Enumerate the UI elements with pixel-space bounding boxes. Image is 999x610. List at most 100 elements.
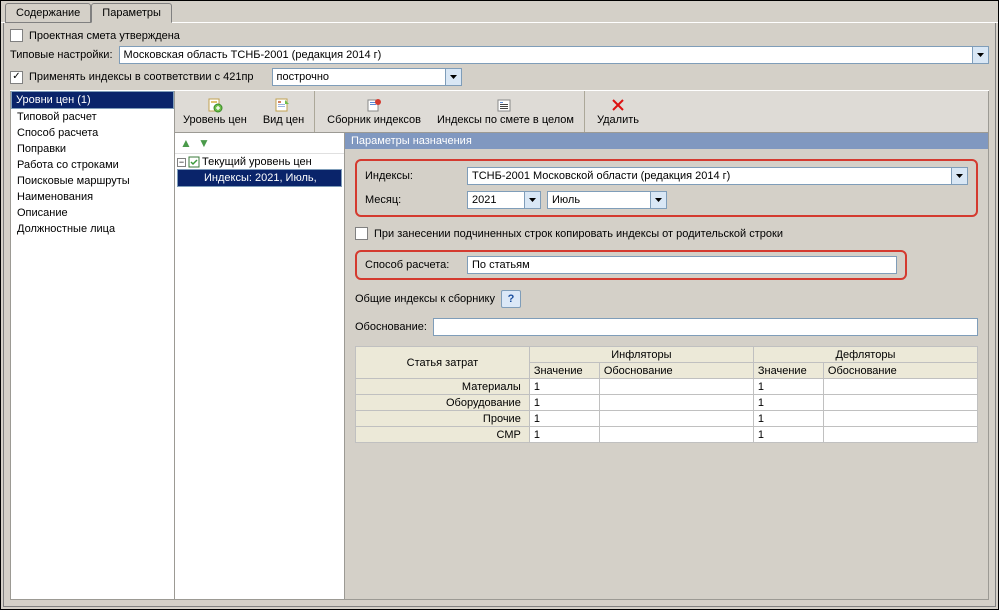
table-row: Оборудование 1 1 [356, 395, 978, 411]
month-value: Июль [552, 194, 580, 206]
tree-pane: ▲ ▼ − Текущий уровень цен Индексы: 2021,… [175, 133, 345, 599]
move-up-button[interactable]: ▲ [179, 136, 193, 150]
th-infl-value: Значение [529, 363, 599, 379]
typical-settings-select[interactable]: Московская область ТСНБ-2001 (редакция 2… [119, 46, 989, 64]
tree-root[interactable]: − Текущий уровень цен [177, 156, 342, 169]
chevron-down-icon [524, 192, 540, 208]
help-icon[interactable]: ? [501, 290, 521, 308]
sidebar-item-search-routes[interactable]: Поисковые маршруты [11, 173, 174, 189]
justification-input[interactable] [433, 318, 978, 336]
params-body: Индексы: ТСНБ-2001 Московской области (р… [345, 149, 988, 453]
approved-checkbox[interactable] [10, 29, 23, 42]
highlight-indices-month: Индексы: ТСНБ-2001 Московской области (р… [355, 159, 978, 217]
sidebar-item-names[interactable]: Наименования [11, 189, 174, 205]
chevron-down-icon [972, 47, 988, 63]
justification-label: Обоснование: [355, 321, 427, 333]
chevron-down-icon [445, 69, 461, 85]
th-inflators: Инфляторы [529, 347, 753, 363]
apply-indices-checkbox[interactable] [10, 71, 23, 84]
tree-child-label: Индексы: 2021, Июль, [204, 172, 317, 184]
apply-indices-mode-value: построчно [277, 71, 330, 83]
apply-indices-row: Применять индексы в соответствии с 421пр… [10, 68, 989, 86]
params-area: Параметры назначения Индексы: ТСНБ-2001 … [345, 133, 988, 599]
tool-index-collection-label: Сборник индексов [327, 114, 421, 126]
month-row: Месяц: 2021 Июль [365, 191, 968, 209]
indices-row: Индексы: ТСНБ-2001 Московской области (р… [365, 167, 968, 185]
collapse-icon[interactable]: − [177, 158, 186, 167]
tool-view-prices-label: Вид цен [263, 114, 304, 126]
copy-parent-checkbox[interactable] [355, 227, 368, 240]
calc-method-row: Способ расчета: По статьям [365, 256, 897, 274]
th-item: Статья затрат [356, 347, 530, 379]
sidebar-item-price-levels[interactable]: Уровни цен (1) [11, 91, 174, 109]
typical-settings-row: Типовые настройки: Московская область ТС… [10, 46, 989, 64]
calc-method-value: По статьям [472, 259, 530, 271]
apply-indices-label: Применять индексы в соответствии с 421пр [29, 71, 254, 83]
move-down-button[interactable]: ▼ [197, 136, 211, 150]
sidebar-item-rows[interactable]: Работа со строками [11, 157, 174, 173]
th-defl-just: Обоснование [823, 363, 977, 379]
table-row: СМР 1 1 [356, 427, 978, 443]
th-deflators: Дефляторы [753, 347, 977, 363]
main-pane: Уровень цен Вид цен Сборник индексов Инд… [175, 91, 989, 600]
justification-row: Обоснование: [355, 318, 978, 336]
tool-indices-whole-label: Индексы по смете в целом [437, 114, 574, 126]
indices-value: ТСНБ-2001 Московской области (редакция 2… [472, 170, 730, 182]
typical-settings-label: Типовые настройки: [10, 49, 113, 61]
view-prices-icon [275, 97, 291, 113]
tool-index-collection[interactable]: Сборник индексов [319, 91, 429, 132]
calc-method-label: Способ расчета: [365, 259, 461, 271]
price-level-icon [207, 97, 223, 113]
highlight-calc-method: Способ расчета: По статьям [355, 250, 907, 280]
approved-row: Проектная смета утверждена [10, 29, 989, 42]
tree: − Текущий уровень цен Индексы: 2021, Июл… [175, 154, 344, 599]
sidebar-item-officials[interactable]: Должностные лица [11, 221, 174, 237]
copy-parent-row: При занесении подчиненных строк копирова… [355, 227, 978, 240]
delete-icon [610, 97, 626, 113]
tree-child[interactable]: Индексы: 2021, Июль, [177, 169, 342, 187]
tab-params[interactable]: Параметры [91, 3, 172, 23]
tree-move-buttons: ▲ ▼ [175, 133, 344, 154]
chevron-down-icon [650, 192, 666, 208]
category-sidebar: Уровни цен (1) Типовой расчет Способ рас… [10, 91, 175, 600]
month-select[interactable]: Июль [547, 191, 667, 209]
table-body: Материалы 1 1 Оборудование 1 [356, 379, 978, 443]
chevron-down-icon [951, 168, 967, 184]
table-row: Прочие 1 1 [356, 411, 978, 427]
folder-icon [188, 156, 200, 168]
table-row: Материалы 1 1 [356, 379, 978, 395]
common-indices-row: Общие индексы к сборнику ? [355, 290, 978, 308]
apply-indices-mode-select[interactable]: построчно [272, 68, 462, 86]
common-indices-label: Общие индексы к сборнику [355, 293, 495, 305]
coefficients-table: Статья затрат Инфляторы Дефляторы Значен… [355, 346, 978, 443]
below-toolbar: ▲ ▼ − Текущий уровень цен Индексы: 2021,… [175, 133, 988, 599]
copy-parent-label: При занесении подчиненных строк копирова… [374, 228, 783, 240]
top-tabs: Содержание Параметры [1, 1, 998, 23]
year-value: 2021 [472, 194, 496, 206]
params-panel: Проектная смета утверждена Типовые настр… [3, 23, 996, 607]
th-defl-value: Значение [753, 363, 823, 379]
tree-root-label: Текущий уровень цен [202, 156, 312, 168]
params-header: Параметры назначения [345, 133, 988, 149]
calc-method-select[interactable]: По статьям [467, 256, 897, 274]
indices-whole-icon [497, 97, 513, 113]
sidebar-item-typical-calc[interactable]: Типовой расчет [11, 109, 174, 125]
app-window: Содержание Параметры Проектная смета утв… [0, 0, 999, 610]
indices-select[interactable]: ТСНБ-2001 Московской области (редакция 2… [467, 167, 968, 185]
sidebar-item-calc-method[interactable]: Способ расчета [11, 125, 174, 141]
tool-price-level[interactable]: Уровень цен [175, 91, 255, 132]
tool-price-level-label: Уровень цен [183, 114, 247, 126]
sidebar-item-description[interactable]: Описание [11, 205, 174, 221]
lower-area: Уровни цен (1) Типовой расчет Способ рас… [10, 90, 989, 600]
approved-label: Проектная смета утверждена [29, 30, 180, 42]
tool-delete-label: Удалить [597, 114, 639, 126]
tab-content[interactable]: Содержание [5, 3, 91, 23]
toolbar: Уровень цен Вид цен Сборник индексов Инд… [175, 91, 988, 133]
tool-view-prices[interactable]: Вид цен [255, 91, 315, 132]
month-label: Месяц: [365, 194, 461, 206]
tool-delete[interactable]: Удалить [589, 91, 647, 132]
indices-label: Индексы: [365, 170, 461, 182]
tool-indices-whole[interactable]: Индексы по смете в целом [429, 91, 585, 132]
sidebar-item-corrections[interactable]: Поправки [11, 141, 174, 157]
year-select[interactable]: 2021 [467, 191, 541, 209]
